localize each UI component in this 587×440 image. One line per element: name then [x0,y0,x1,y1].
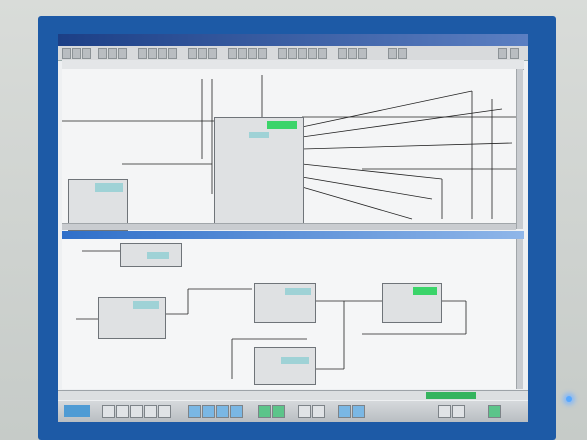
taskbar-icon[interactable] [298,405,311,418]
taskbar-icon[interactable] [116,405,129,418]
status-bar [58,390,528,400]
block-running-highlight [267,121,297,129]
toolbar-button[interactable] [108,48,117,59]
function-block[interactable] [254,283,316,323]
taskbar-icon[interactable] [312,405,325,418]
main-toolbar [58,46,528,61]
toolbar-button[interactable] [248,48,257,59]
monitor-screen [58,34,528,422]
toolbar-button[interactable] [208,48,217,59]
taskbar-icon[interactable] [352,405,365,418]
taskbar-icon[interactable] [144,405,157,418]
toolbar-button[interactable] [118,48,127,59]
block-instance-highlight [281,357,309,364]
block-instance-highlight [147,252,169,259]
toolbar-button[interactable] [358,48,367,59]
toolbar-button[interactable] [338,48,347,59]
block-param-highlight [249,132,269,138]
toolbar-button[interactable] [510,48,519,59]
function-block[interactable] [254,347,316,385]
taskbar-icon[interactable] [216,405,229,418]
toolbar-button[interactable] [98,48,107,59]
toolbar-button[interactable] [138,48,147,59]
logic-editor-top[interactable] [62,69,516,231]
toolbar-button[interactable] [148,48,157,59]
block-instance-highlight [133,301,159,309]
function-block[interactable] [98,297,166,339]
taskbar-icon[interactable] [102,405,115,418]
taskbar-icon[interactable] [438,405,451,418]
toolbar-button[interactable] [198,48,207,59]
toolbar-button[interactable] [278,48,287,59]
toolbar-button[interactable] [388,48,397,59]
block-instance-highlight [95,183,123,192]
toolbar-button[interactable] [318,48,327,59]
toolbar-button[interactable] [228,48,237,59]
start-button[interactable] [64,405,90,417]
toolbar-button[interactable] [188,48,197,59]
bottom-vertical-scrollbar[interactable] [516,239,523,389]
function-block[interactable] [120,243,182,267]
taskbar-icon[interactable] [452,405,465,418]
toolbar-button[interactable] [82,48,91,59]
toolbar-button[interactable] [62,48,71,59]
toolbar-button[interactable] [398,48,407,59]
function-block[interactable] [382,283,442,323]
status-indicator [426,392,476,399]
taskbar-icon[interactable] [130,405,143,418]
block-running-highlight [413,287,437,295]
taskbar-icon[interactable] [488,405,501,418]
power-led-icon [566,396,572,402]
logic-editor-bottom[interactable] [62,239,516,389]
taskbar-icon[interactable] [272,405,285,418]
toolbar-button[interactable] [158,48,167,59]
toolbar-button[interactable] [258,48,267,59]
taskbar-icon[interactable] [338,405,351,418]
taskbar-icon[interactable] [188,405,201,418]
block-instance-highlight [285,288,311,295]
toolbar-button[interactable] [238,48,247,59]
toolbar-button[interactable] [288,48,297,59]
taskbar-icon[interactable] [202,405,215,418]
toolbar-button[interactable] [168,48,177,59]
taskbar-icon[interactable] [158,405,171,418]
top-vertical-scrollbar[interactable] [516,69,523,229]
toolbar-button[interactable] [298,48,307,59]
toolbar-button[interactable] [308,48,317,59]
editor-window-bottom-title[interactable] [62,231,524,239]
taskbar-icon[interactable] [230,405,243,418]
taskbar-icon[interactable] [258,405,271,418]
app-titlebar [58,34,528,46]
toolbar-button[interactable] [348,48,357,59]
taskbar [58,401,528,422]
toolbar-button[interactable] [498,48,507,59]
function-block-large[interactable] [214,117,304,227]
top-horizontal-scrollbar[interactable] [62,223,516,230]
toolbar-button[interactable] [72,48,81,59]
